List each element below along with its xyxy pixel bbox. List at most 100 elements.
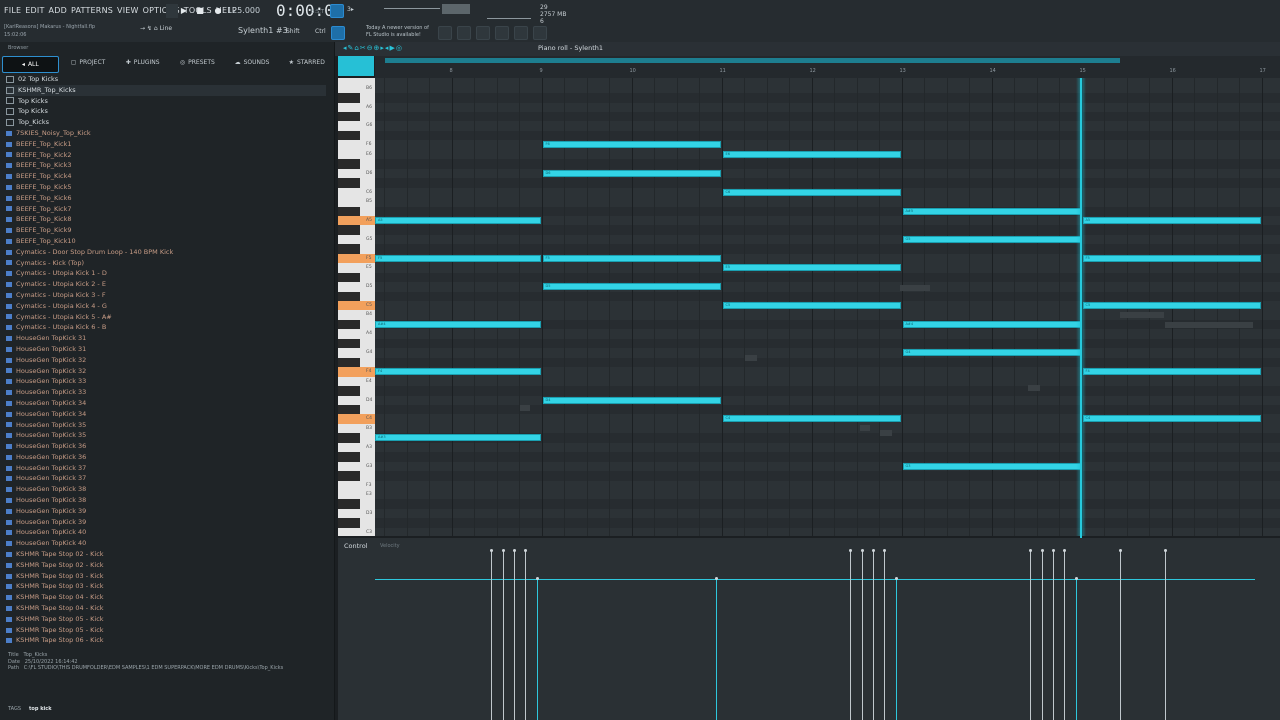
bar-number[interactable]: 13 [900, 68, 906, 74]
file-item[interactable]: BEEFE_Top_Kick8 [6, 214, 326, 225]
file-item[interactable]: HouseGen TopKick 34 [6, 409, 326, 420]
black-key[interactable] [338, 291, 360, 301]
note[interactable]: D6 [542, 169, 721, 177]
velocity-handle[interactable] [1041, 549, 1044, 552]
metronome-icon[interactable] [330, 4, 344, 18]
velocity-stem[interactable] [862, 551, 863, 720]
ctrl-key[interactable]: Ctrl [315, 28, 326, 35]
mixer-icon[interactable] [495, 26, 509, 40]
file-item[interactable]: HouseGen TopKick 36 [6, 452, 326, 463]
tab-presets[interactable]: ◎ PRESETS [170, 55, 225, 70]
black-key[interactable] [338, 272, 360, 283]
file-item[interactable]: HouseGen TopKick 38 [6, 484, 326, 495]
velocity-stem[interactable] [873, 551, 874, 720]
note[interactable]: D5 [542, 283, 721, 291]
folder-item[interactable]: 02 Top Kicks [6, 74, 326, 85]
velocity-stem[interactable] [896, 579, 897, 720]
menu-patterns[interactable]: PATTERNS [71, 6, 113, 15]
note-grid[interactable]: F6 D6 F5 D5 D4 E6 C6 E5 C5 C4 A#5 G5 A#4 G4 G3 A5 F5 C5 F4… [375, 78, 1280, 536]
bar-number[interactable]: 8 [450, 68, 453, 74]
velocity-stem[interactable] [1030, 551, 1031, 720]
note[interactable]: D4 [542, 396, 721, 404]
file-item[interactable]: HouseGen TopKick 33 [6, 376, 326, 387]
file-item[interactable]: HouseGen TopKick 40 [6, 527, 326, 538]
bar-number[interactable]: 17 [1260, 68, 1266, 74]
velocity-stem[interactable] [537, 579, 538, 720]
piano-roll-tools-icon[interactable]: ◂✎⌂✂⊖⊕▸◂▶◎ [343, 44, 403, 52]
play-icon[interactable]: ▶ [179, 6, 189, 16]
tab-all[interactable]: ◂ ALL [2, 56, 59, 73]
bar-number[interactable]: 15 [1080, 68, 1086, 74]
tab-starred[interactable]: ★ STARRED [279, 55, 334, 70]
file-item[interactable]: BEEFE_Top_Kick6 [6, 193, 326, 204]
note[interactable]: F5 [542, 254, 721, 262]
velocity-stem[interactable] [1076, 579, 1077, 720]
file-item[interactable]: HouseGen TopKick 33 [6, 387, 326, 398]
tempo-display[interactable]: 125.000 [227, 6, 260, 15]
bar-number[interactable]: 11 [720, 68, 726, 74]
file-item[interactable]: Cymatics - Utopia Kick 2 - E [6, 279, 326, 290]
black-key[interactable] [338, 112, 360, 122]
channel-rack-icon[interactable] [476, 26, 490, 40]
record-icon[interactable]: ● [213, 6, 223, 16]
file-item[interactable]: HouseGen TopKick 32 [6, 355, 326, 366]
menu-view[interactable]: VIEW [117, 6, 139, 15]
file-item[interactable]: HouseGen TopKick 35 [6, 430, 326, 441]
black-key[interactable] [338, 338, 360, 349]
note[interactable]: F6 [542, 141, 721, 149]
file-item[interactable]: Cymatics - Utopia Kick 3 - F [6, 290, 326, 301]
black-key[interactable] [338, 386, 360, 396]
file-item[interactable]: Cymatics - Kick (Top) [6, 258, 326, 269]
folder-item[interactable]: Top_Kicks [6, 117, 326, 128]
file-item[interactable]: BEEFE_Top_Kick2 [6, 150, 326, 161]
file-item[interactable]: HouseGen TopKick 37 [6, 473, 326, 484]
file-item[interactable]: HouseGen TopKick 39 [6, 517, 326, 528]
velocity-stem[interactable] [514, 551, 515, 720]
note[interactable]: E6 [722, 150, 901, 158]
black-key[interactable] [338, 225, 360, 235]
note[interactable]: C4 [1082, 415, 1261, 423]
menu-file[interactable]: FILE [4, 6, 21, 15]
file-item[interactable]: HouseGen TopKick 39 [6, 506, 326, 517]
plugin-picker-icon[interactable] [514, 26, 528, 40]
folder-item[interactable]: Top Kicks [6, 106, 326, 117]
folder-item[interactable]: KSHMR_Top_Kicks [6, 84, 326, 96]
velocity-stem[interactable] [1165, 551, 1166, 720]
file-item[interactable]: Cymatics - Utopia Kick 4 - G [6, 301, 326, 312]
note[interactable]: A#3 [375, 434, 541, 442]
note[interactable]: F4 [1082, 368, 1261, 376]
menu-add[interactable]: ADD [49, 6, 67, 15]
file-item[interactable]: BEEFE_Top_Kick7 [6, 204, 326, 215]
snap-icon[interactable]: → ↯ ⌂ [140, 25, 160, 32]
file-item[interactable]: Cymatics - Door Stop Drum Loop - 140 BPM… [6, 247, 326, 258]
black-key[interactable] [338, 319, 360, 330]
piano-roll-corner-icon[interactable] [338, 56, 374, 76]
file-item[interactable]: KSHMR Tape Stop 02 - Kick [6, 560, 326, 571]
master-pitch-icon[interactable] [384, 8, 440, 9]
velocity-handle[interactable] [849, 549, 852, 552]
velocity-handle[interactable] [1063, 549, 1066, 552]
menu-edit[interactable]: EDIT [25, 6, 44, 15]
black-key[interactable] [338, 404, 360, 415]
velocity-handle[interactable] [513, 549, 516, 552]
file-item[interactable]: HouseGen TopKick 40 [6, 538, 326, 549]
typing-keyboard-icon[interactable] [331, 26, 345, 40]
note[interactable]: G3 [902, 462, 1081, 470]
control-label[interactable]: Control [344, 542, 368, 550]
file-item[interactable]: KSHMR Tape Stop 06 - Kick [6, 635, 326, 646]
note[interactable]: A#4 [375, 320, 541, 328]
folder-item[interactable]: Top Kicks [6, 96, 326, 107]
piano-roll-icon[interactable] [457, 26, 471, 40]
pat-song-toggle[interactable] [166, 4, 178, 18]
velocity-handle[interactable] [715, 577, 718, 580]
velocity-handle[interactable] [1075, 577, 1078, 580]
tags-input[interactable]: top kick [29, 706, 51, 712]
note[interactable]: F5 [1082, 254, 1261, 262]
browser-toggle-icon[interactable] [533, 26, 547, 40]
file-item[interactable]: HouseGen TopKick 34 [6, 398, 326, 409]
black-key[interactable] [338, 518, 360, 528]
velocity-handle[interactable] [861, 549, 864, 552]
file-item[interactable]: HouseGen TopKick 31 [6, 333, 326, 344]
velocity-handle[interactable] [872, 549, 875, 552]
bar-number[interactable]: 10 [630, 68, 636, 74]
